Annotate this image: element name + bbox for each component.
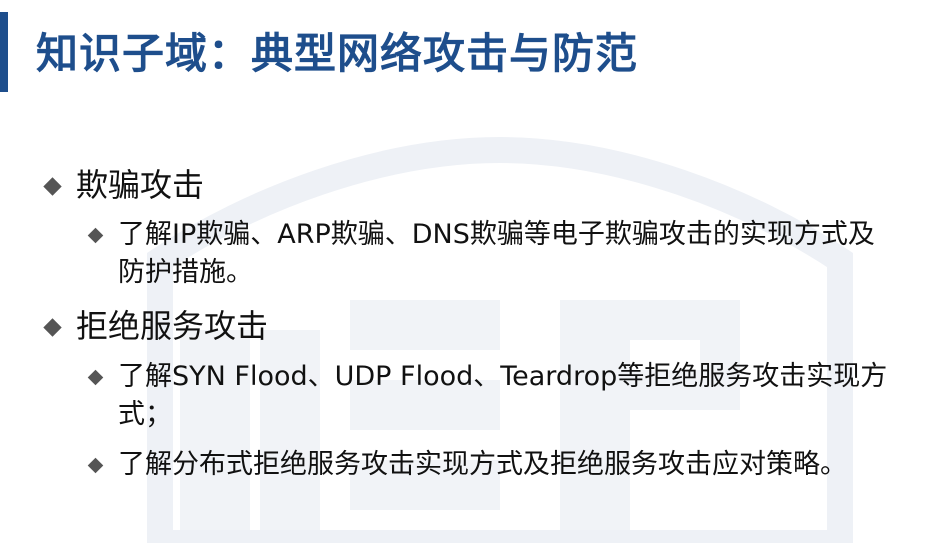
list-item: 了解分布式拒绝服务攻击实现方式及拒绝服务攻击应对策略。 — [87, 446, 890, 484]
diamond-bullet-icon — [43, 318, 62, 337]
list-item: 了解SYN Flood、UDP Flood、Teardrop等拒绝服务攻击实现方… — [87, 358, 890, 434]
list-item-text: 了解IP欺骗、ARP欺骗、DNS欺骗等电子欺骗攻击的实现方式及防护措施。 — [118, 219, 875, 288]
section-heading-label: 欺骗攻击 — [76, 166, 205, 204]
list-item-text: 了解分布式拒绝服务攻击实现方式及拒绝服务攻击应对策略。 — [118, 449, 847, 480]
slide-content: 欺骗攻击 了解IP欺骗、ARP欺骗、DNS欺骗等电子欺骗攻击的实现方式及防护措施… — [0, 0, 947, 543]
list-item-text: 了解SYN Flood、UDP Flood、Teardrop等拒绝服务攻击实现方… — [118, 361, 888, 430]
section-heading-label: 拒绝服务攻击 — [76, 307, 269, 345]
list-item: 了解IP欺骗、ARP欺骗、DNS欺骗等电子欺骗攻击的实现方式及防护措施。 — [87, 216, 890, 292]
slide: 知识子域：典型网络攻击与防范 欺骗攻击 了解IP欺骗、ARP欺骗、DNS欺骗等电… — [0, 0, 947, 543]
diamond-bullet-icon — [87, 227, 104, 244]
diamond-bullet-icon — [87, 457, 104, 474]
diamond-bullet-icon — [43, 177, 62, 196]
diamond-bullet-icon — [87, 369, 104, 386]
